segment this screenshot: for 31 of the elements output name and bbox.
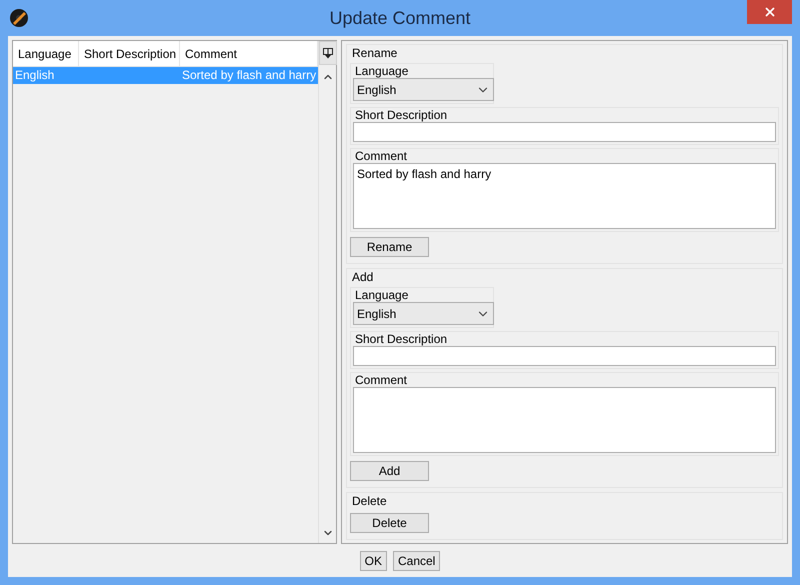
column-header[interactable]: Short Description — [79, 41, 180, 66]
window-title: Update Comment — [329, 6, 471, 30]
column-chooser-icon — [323, 48, 334, 58]
app-logo-icon — [9, 8, 29, 28]
column-chooser-button[interactable] — [319, 41, 338, 65]
section-button[interactable]: Rename — [350, 237, 429, 257]
table-cell-text: English — [14, 67, 56, 84]
table-cell-text: Sorted by flash and harry — [181, 67, 318, 84]
field-label: Language — [354, 288, 410, 302]
close-button[interactable] — [747, 0, 792, 24]
section-title: Delete — [351, 493, 388, 508]
field-label: Comment — [354, 149, 408, 163]
column-header[interactable]: Language — [13, 41, 79, 66]
short-description-field[interactable] — [353, 122, 776, 142]
delete-button[interactable]: Delete — [350, 513, 429, 533]
section-title: Add — [351, 269, 374, 284]
close-icon — [762, 5, 776, 19]
section-button[interactable]: Add — [350, 461, 429, 481]
dialog-button[interactable]: OK — [360, 550, 387, 570]
language-dropdown[interactable]: English — [353, 302, 494, 325]
comment-field[interactable]: Sorted by flash and harry — [353, 163, 776, 229]
field-label: Comment — [354, 373, 408, 387]
field-label: Language — [354, 64, 410, 78]
comment-field[interactable] — [353, 387, 776, 453]
field-label: Short Description — [354, 108, 448, 122]
short-description-field[interactable] — [353, 346, 776, 366]
column-header[interactable]: Comment — [180, 41, 318, 66]
field-label: Short Description — [354, 332, 448, 346]
language-dropdown[interactable]: English — [353, 78, 494, 101]
dialog-button[interactable]: Cancel — [392, 550, 440, 570]
section-title: Rename — [351, 45, 398, 60]
